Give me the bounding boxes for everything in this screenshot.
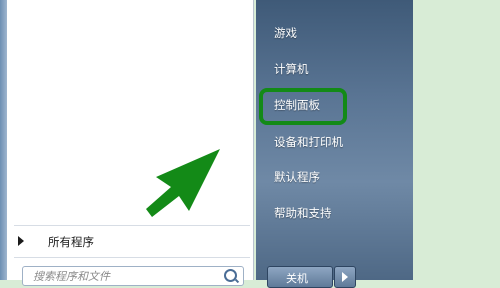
menu-item-label: 默认程序 bbox=[274, 170, 320, 184]
menu-item-label: 计算机 bbox=[274, 62, 309, 76]
pointer-arrow-icon bbox=[146, 149, 220, 217]
shutdown-button[interactable]: 关机 bbox=[267, 266, 333, 288]
menu-item-computer[interactable]: 计算机 bbox=[262, 54, 408, 84]
menu-item-label: 设备和打印机 bbox=[274, 135, 343, 149]
search-box[interactable] bbox=[22, 266, 244, 286]
shutdown-options-button[interactable] bbox=[334, 266, 356, 288]
start-menu: 所有程序 游戏 计算机 控制面板 设备和打印机 默认程序 帮助和支持 关机 bbox=[0, 0, 413, 288]
programs-pane: 所有程序 bbox=[0, 0, 254, 286]
shutdown-label: 关机 bbox=[286, 272, 308, 285]
menu-item-devices-printers[interactable]: 设备和打印机 bbox=[262, 127, 408, 157]
search-icon[interactable] bbox=[224, 269, 237, 282]
all-programs-item[interactable]: 所有程序 bbox=[14, 228, 252, 254]
divider bbox=[14, 225, 250, 226]
all-programs-label: 所有程序 bbox=[48, 235, 94, 249]
menu-item-label: 游戏 bbox=[274, 26, 297, 40]
menu-item-label: 帮助和支持 bbox=[274, 206, 332, 220]
menu-item-default-programs[interactable]: 默认程序 bbox=[262, 162, 408, 192]
places-pane: 游戏 计算机 控制面板 设备和打印机 默认程序 帮助和支持 bbox=[256, 0, 413, 280]
expand-arrow-icon bbox=[18, 236, 24, 246]
window-frame bbox=[0, 0, 7, 280]
menu-item-help-support[interactable]: 帮助和支持 bbox=[262, 198, 408, 228]
highlight-box bbox=[259, 88, 347, 125]
menu-item-games[interactable]: 游戏 bbox=[262, 18, 408, 48]
search-input[interactable] bbox=[31, 269, 225, 284]
divider bbox=[14, 257, 250, 258]
